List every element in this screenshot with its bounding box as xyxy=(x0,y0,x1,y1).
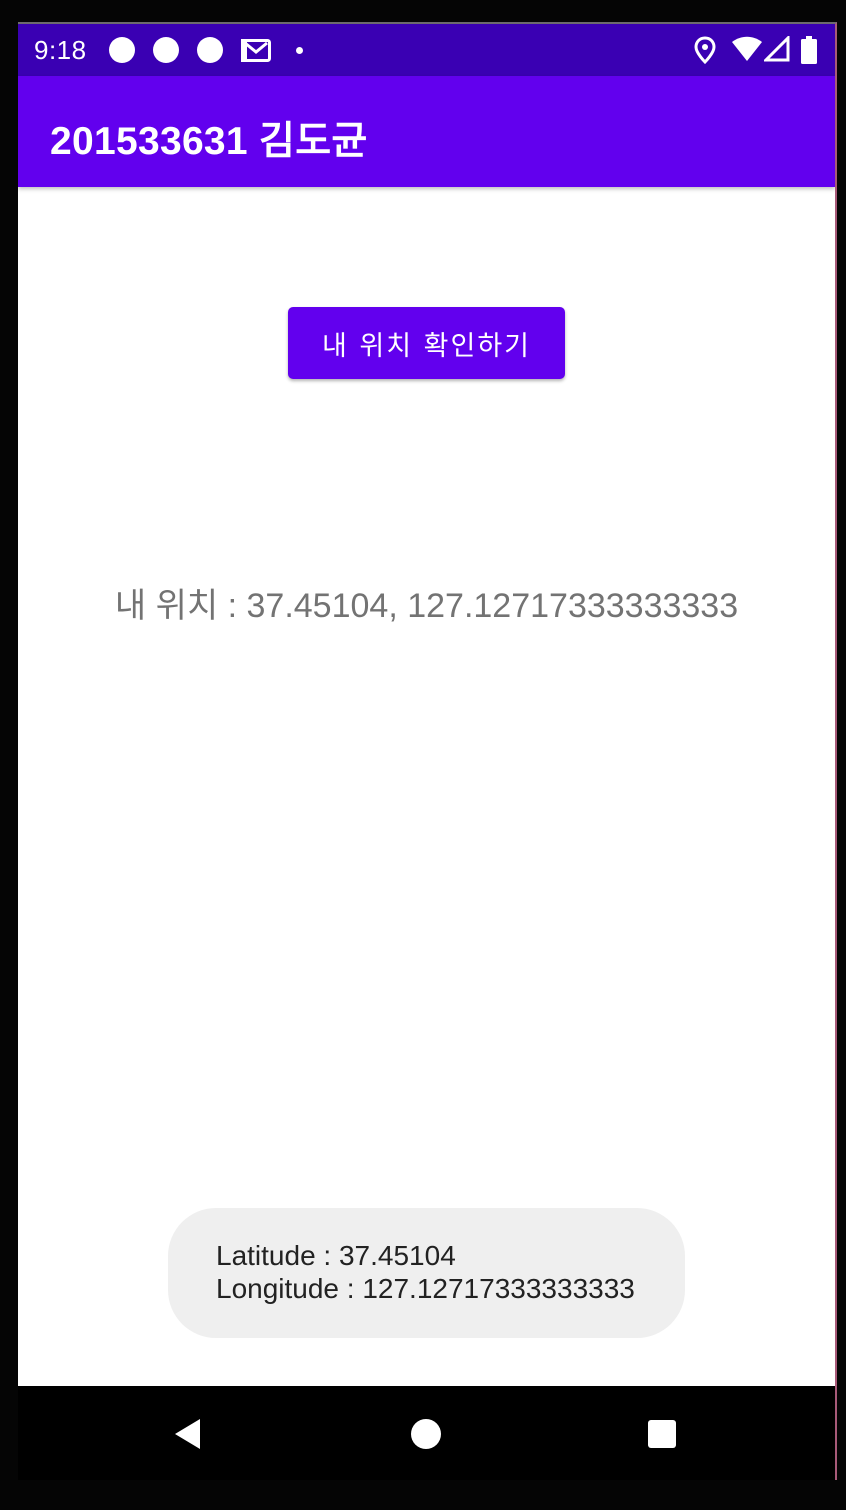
notification-circle-icon xyxy=(109,37,135,63)
battery-icon xyxy=(801,36,817,64)
gmail-icon xyxy=(241,39,271,62)
toast-latitude-label: Latitude : xyxy=(216,1240,339,1271)
more-notifications-dot-icon xyxy=(296,47,303,54)
location-label: 내 위치 : xyxy=(114,587,247,625)
recents-icon[interactable] xyxy=(644,1416,680,1452)
notification-circle-icon xyxy=(197,37,223,63)
toast-longitude-value: 127.12717333333333 xyxy=(362,1273,635,1304)
check-location-button[interactable]: 내 위치 확인하기 xyxy=(288,307,565,379)
toast-latitude-line: Latitude : 37.45104 xyxy=(216,1239,685,1272)
location-latitude: 37.45104 xyxy=(246,587,389,625)
toast-message: Latitude : 37.45104 Longitude : 127.1271… xyxy=(168,1208,685,1338)
home-icon[interactable] xyxy=(408,1416,444,1452)
app-title: 201533631 김도균 xyxy=(50,120,368,163)
notification-circle-icon xyxy=(153,37,179,63)
screen: 9:18 201533631 김도균 내 위치 확인하기 내 위치: 37.4… xyxy=(18,22,837,1480)
toast-longitude-line: Longitude : 127.12717333333333 xyxy=(216,1272,685,1305)
app-bar: 201533631 김도균 xyxy=(18,76,835,187)
location-longitude: 127.12717333333333 xyxy=(407,587,739,625)
toast-latitude-value: 37.45104 xyxy=(338,1240,456,1271)
signal-icon xyxy=(764,36,790,62)
status-bar: 9:18 xyxy=(18,24,835,76)
location-icon xyxy=(694,36,716,64)
navigation-bar xyxy=(18,1386,835,1480)
phone-frame: 9:18 201533631 김도균 내 위치 확인하기 내 위치: 37.4… xyxy=(0,0,846,1510)
wifi-icon xyxy=(732,36,762,61)
toast-longitude-label: Longitude : xyxy=(216,1273,363,1304)
status-time: 9:18 xyxy=(34,35,87,65)
back-icon[interactable] xyxy=(170,1416,206,1452)
location-text: 내 위치 : 37.45104, 127.12717333333333 xyxy=(18,578,835,627)
location-separator: , xyxy=(388,587,408,625)
